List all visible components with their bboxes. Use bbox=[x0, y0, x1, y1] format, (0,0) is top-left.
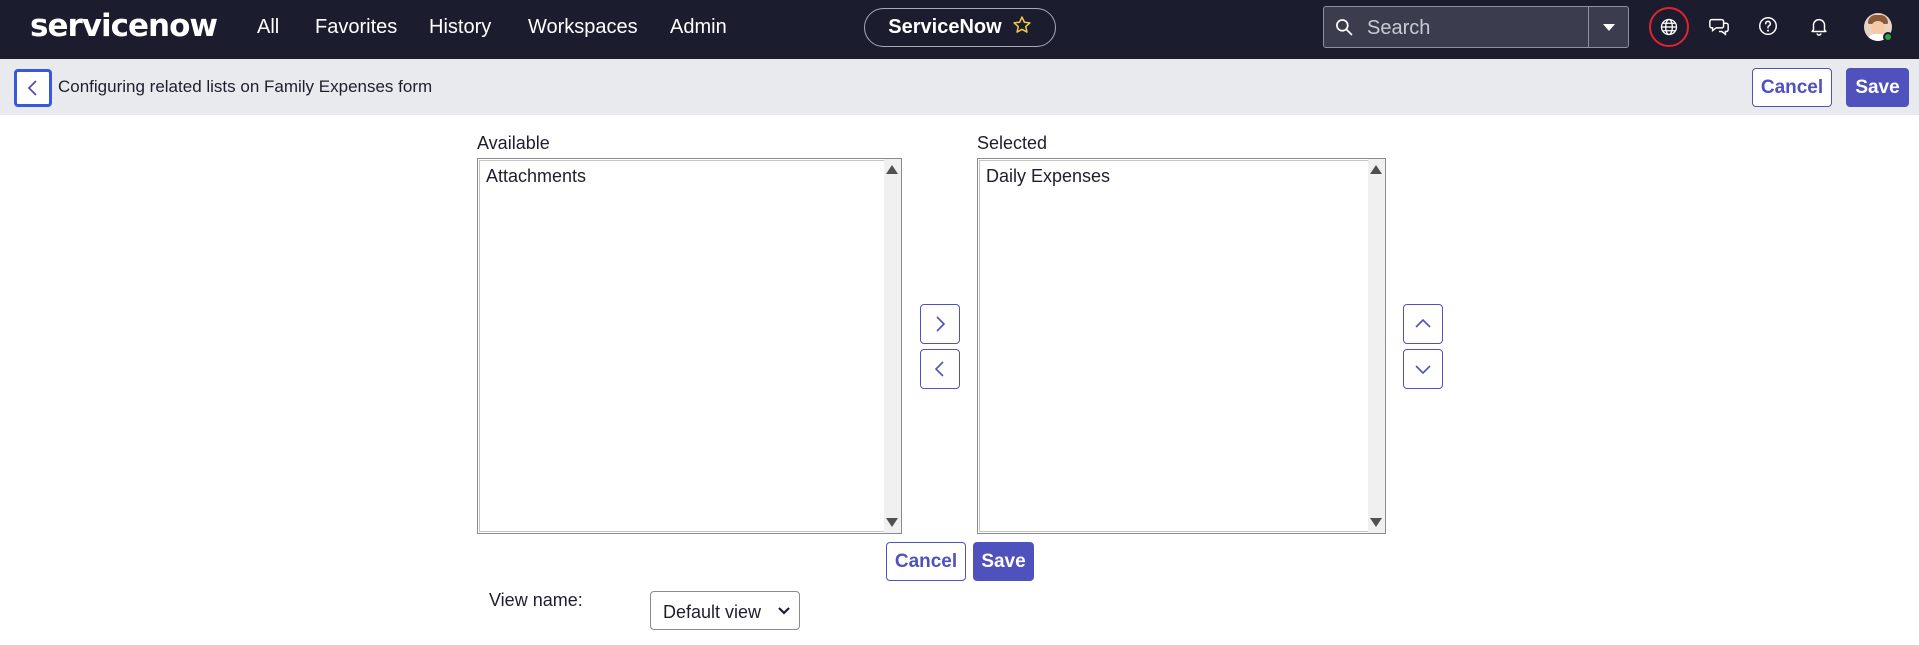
help-icon[interactable] bbox=[1756, 14, 1780, 38]
nav-link-favorites[interactable]: Favorites bbox=[315, 15, 397, 39]
scrollbar[interactable] bbox=[884, 159, 901, 533]
available-label: Available bbox=[477, 133, 550, 153]
scroll-up-arrow-icon[interactable] bbox=[1370, 165, 1382, 174]
page-title: Configuring related lists on Family Expe… bbox=[58, 77, 433, 96]
instance-label: ServiceNow bbox=[888, 16, 1002, 38]
form-header: Configuring related lists on Family Expe… bbox=[0, 59, 1919, 115]
global-search[interactable]: Search bbox=[1323, 6, 1629, 48]
add-button[interactable] bbox=[920, 304, 960, 344]
nav-link-history[interactable]: History bbox=[429, 15, 491, 39]
chevron-left-icon bbox=[27, 80, 37, 96]
list-item[interactable]: Daily Expenses bbox=[986, 165, 1110, 187]
view-name-value: Default view bbox=[663, 602, 762, 622]
nav-link-admin[interactable]: Admin bbox=[670, 15, 727, 39]
move-up-button[interactable] bbox=[1403, 304, 1443, 344]
presence-status-dot bbox=[1883, 32, 1893, 42]
selected-label: Selected bbox=[977, 133, 1048, 153]
list-item[interactable]: Attachments bbox=[486, 165, 586, 187]
globe-icon[interactable] bbox=[1649, 7, 1689, 47]
search-scope-dropdown[interactable] bbox=[1589, 7, 1629, 47]
save-button[interactable]: Save bbox=[973, 542, 1034, 581]
nav-link-all[interactable]: All bbox=[257, 15, 279, 39]
star-icon[interactable] bbox=[1012, 15, 1032, 41]
header-cancel-button[interactable]: Cancel bbox=[1752, 68, 1832, 107]
chevron-up-icon bbox=[1415, 318, 1431, 328]
top-navigation: servicenow All Favorites History Workspa… bbox=[0, 0, 1919, 59]
move-down-button[interactable] bbox=[1403, 349, 1443, 389]
search-input[interactable]: Search bbox=[1367, 16, 1430, 40]
back-button[interactable] bbox=[14, 69, 52, 107]
chevron-down-icon bbox=[777, 604, 791, 622]
cancel-button[interactable]: Cancel bbox=[886, 542, 966, 581]
scroll-up-arrow-icon[interactable] bbox=[886, 165, 898, 174]
view-name-select[interactable]: Default view bbox=[650, 591, 800, 630]
scroll-down-arrow-icon[interactable] bbox=[1370, 518, 1382, 527]
available-listbox[interactable]: Attachments bbox=[477, 158, 902, 534]
remove-button[interactable] bbox=[920, 349, 960, 389]
chevron-down-icon bbox=[1415, 365, 1431, 375]
instance-favorite-pill[interactable]: ServiceNow bbox=[864, 8, 1056, 47]
chevron-right-icon bbox=[936, 316, 946, 332]
chat-icon[interactable] bbox=[1707, 14, 1731, 38]
search-icon bbox=[1334, 17, 1354, 42]
selected-listbox[interactable]: Daily Expenses bbox=[977, 158, 1386, 534]
view-name-label: View name: bbox=[489, 590, 583, 610]
chevron-left-icon bbox=[934, 361, 944, 377]
servicenow-logo[interactable]: servicenow bbox=[30, 6, 218, 46]
scrollbar[interactable] bbox=[1368, 159, 1385, 533]
caret-down-icon bbox=[1603, 24, 1615, 31]
bell-icon[interactable] bbox=[1807, 14, 1831, 38]
nav-link-workspaces[interactable]: Workspaces bbox=[528, 15, 638, 39]
scroll-down-arrow-icon[interactable] bbox=[886, 518, 898, 527]
header-save-button[interactable]: Save bbox=[1846, 68, 1909, 107]
